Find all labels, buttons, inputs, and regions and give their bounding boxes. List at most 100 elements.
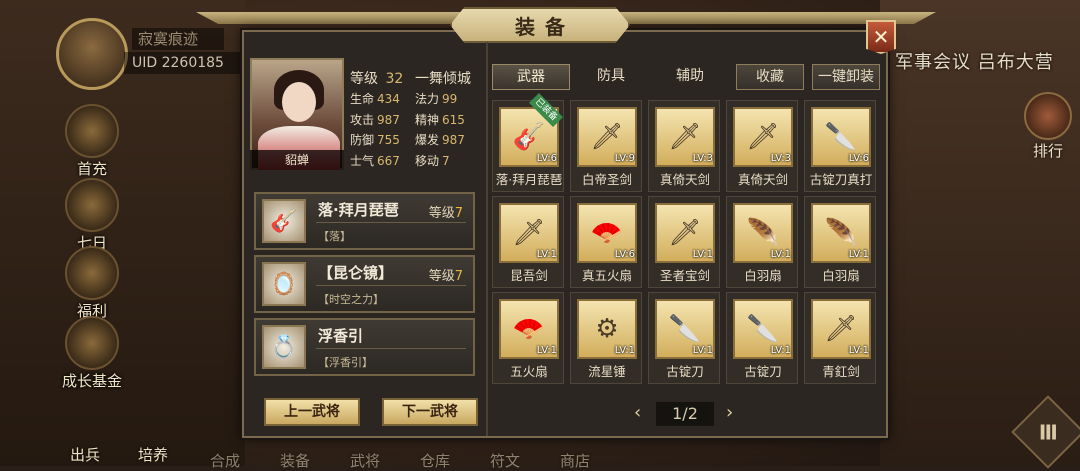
inventory-slot[interactable]: 🔪 LV:1 古锭刀 <box>726 292 798 384</box>
equipped-name: 浮香引 <box>318 327 364 345</box>
item-name: 白羽扇 <box>822 268 860 283</box>
inventory-item: 🪭 LV:1 五火扇 <box>493 293 565 385</box>
pager: ‹ 1/2 › <box>630 402 740 426</box>
inventory-slot[interactable]: 🗡 LV:1 圣者宝剑 <box>648 196 720 288</box>
equipped-slot-accessory[interactable]: 💍 浮香引 【浮香引】 <box>254 318 475 376</box>
growth-fund-button[interactable]: 成长基金 <box>56 316 128 391</box>
inventory-item: 🗡 LV:1 青釭剑 <box>805 293 877 385</box>
stat-attack: 攻击 987 <box>350 113 400 127</box>
item-name: 真倚天剑 <box>737 172 788 187</box>
inventory-slot[interactable]: 🗡 LV:3 真倚天剑 <box>726 100 798 192</box>
unequip-all-button[interactable]: 一键卸装 <box>812 64 880 90</box>
item-level: LV:3 <box>770 153 791 164</box>
inventory-item: 🎸 已装备 LV:6 落·拜月琵琶 <box>493 93 565 193</box>
page-indicator: 1/2 <box>656 402 714 426</box>
equipped-name: 【昆仑镜】 <box>318 264 394 282</box>
player-avatar[interactable] <box>56 18 128 90</box>
inventory-item: 🗡 LV:1 圣者宝剑 <box>649 197 721 289</box>
growth-fund-label: 成长基金 <box>61 372 122 390</box>
item-name: 白帝圣剑 <box>581 172 632 187</box>
hero-level-label: 等级 <box>350 71 378 87</box>
tab-weapon[interactable]: 武器 <box>492 64 570 90</box>
inventory-item: 🪶 LV:1 白羽扇 <box>805 197 877 289</box>
growth-fund-icon <box>65 316 119 370</box>
player-uid: UID 2260185 <box>124 52 240 74</box>
item-name: 圣者宝剑 <box>659 268 710 283</box>
item-name: 古锭刀 <box>666 364 704 379</box>
bottom-nav-equip[interactable]: 装备 <box>280 450 310 471</box>
hero-level-value: 32 <box>385 71 404 87</box>
bottom-nav-warehouse[interactable]: 仓库 <box>420 450 450 471</box>
inventory-slot[interactable]: 🎸 已装备 LV:6 落·拜月琵琶 <box>492 93 565 193</box>
lute-icon: 🎸 <box>262 199 306 243</box>
military-meeting-link[interactable]: 军事会议 吕布大营 <box>895 48 1054 74</box>
item-name: 昆吾剑 <box>510 268 548 283</box>
inventory-slot[interactable]: 🗡 LV:3 真倚天剑 <box>648 100 720 192</box>
mirror-icon: 🪞 <box>262 262 306 306</box>
item-name: 白羽扇 <box>744 268 782 283</box>
item-level: LV:1 <box>848 249 869 260</box>
inventory-item: ⚙ LV:1 流星锤 <box>571 293 643 385</box>
next-general-button[interactable]: 下一武将 <box>382 398 478 426</box>
collect-button[interactable]: 收藏 <box>736 64 804 90</box>
item-name: 古锭刀 <box>744 364 782 379</box>
stat-burst: 爆发 987 <box>415 133 465 147</box>
bottom-nav-synthesize[interactable]: 合成 <box>210 450 240 471</box>
inventory-item: 🔪 LV:1 古锭刀 <box>727 293 799 385</box>
equipped-level: 等级7 <box>428 206 463 221</box>
inventory-item: 🪶 LV:1 白羽扇 <box>727 197 799 289</box>
equipped-name: 落·拜月琵琶 <box>318 201 399 219</box>
seven-day-icon <box>65 178 119 232</box>
inventory-slot[interactable]: 🗡 LV:9 白帝圣剑 <box>570 100 642 192</box>
first-recharge-button[interactable]: 首充 <box>56 104 128 179</box>
bottom-nav-runes[interactable]: 符文 <box>490 450 520 471</box>
inventory-item: 🗡 LV:3 真倚天剑 <box>727 101 799 193</box>
tab-accessory[interactable]: 辅助 <box>652 64 728 90</box>
equipped-slot-armor[interactable]: 🪞 【昆仑镜】 等级7 【时空之力】 <box>254 255 475 313</box>
item-name: 古锭刀真打 <box>809 172 873 187</box>
ranking-label: 排行 <box>1032 142 1063 160</box>
hero-face <box>282 82 316 122</box>
next-page-icon[interactable]: › <box>726 402 733 423</box>
prev-page-icon[interactable]: ‹ <box>634 402 641 423</box>
seven-day-button[interactable]: 七日 <box>56 178 128 253</box>
stat-hp: 生命 434 <box>350 92 400 106</box>
equipped-level: 等级7 <box>428 269 463 284</box>
ranking-button[interactable]: 排行 <box>1020 92 1076 161</box>
item-level: LV:1 <box>536 249 557 260</box>
divider <box>316 222 466 223</box>
equipped-desc: 【浮香引】 <box>318 356 373 369</box>
prev-general-button[interactable]: 上一武将 <box>264 398 360 426</box>
item-level: LV:1 <box>692 249 713 260</box>
inventory-slot[interactable]: 🪭 LV:1 五火扇 <box>492 292 564 384</box>
equipped-desc: 【时空之力】 <box>318 293 384 306</box>
inventory-item: 🗡 LV:3 真倚天剑 <box>649 101 721 193</box>
item-level: LV:1 <box>770 249 791 260</box>
item-level: LV:1 <box>848 345 869 356</box>
item-name: 五火扇 <box>510 364 548 379</box>
inventory-slot[interactable]: 🔪 LV:6 古锭刀真打 <box>804 100 876 192</box>
inventory-slot[interactable]: 🔪 LV:1 古锭刀 <box>648 292 720 384</box>
item-name: 真五火扇 <box>581 268 632 283</box>
welfare-button[interactable]: 福利 <box>56 246 128 321</box>
item-level: LV:1 <box>692 345 713 356</box>
bottom-nav-shop[interactable]: 商店 <box>560 450 590 471</box>
item-level: LV:1 <box>614 345 635 356</box>
bottom-nav-dispatch[interactable]: 出兵 <box>70 444 100 465</box>
equipped-slot-weapon[interactable]: 🎸 落·拜月琵琶 等级7 【落】 <box>254 192 475 250</box>
tab-armor[interactable]: 防具 <box>576 64 646 90</box>
bottom-nav-generals[interactable]: 武将 <box>350 450 380 471</box>
inventory-slot[interactable]: 🪭 LV:6 真五火扇 <box>570 196 642 288</box>
divider <box>316 285 466 286</box>
inventory-slot[interactable]: 🗡 LV:1 昆吾剑 <box>492 196 564 288</box>
item-level: LV:1 <box>536 345 557 356</box>
bottom-nav-train[interactable]: 培养 <box>138 444 168 465</box>
item-level: LV:6 <box>848 153 869 164</box>
inventory-slot[interactable]: 🪶 LV:1 白羽扇 <box>726 196 798 288</box>
hero-class: 一舞倾城 <box>415 71 471 87</box>
stat-mp: 法力 99 <box>415 92 458 106</box>
inventory-slot[interactable]: 🗡 LV:1 青釭剑 <box>804 292 876 384</box>
inventory-slot[interactable]: 🪶 LV:1 白羽扇 <box>804 196 876 288</box>
panel-title: 装备 <box>515 14 575 39</box>
inventory-slot[interactable]: ⚙ LV:1 流星锤 <box>570 292 642 384</box>
